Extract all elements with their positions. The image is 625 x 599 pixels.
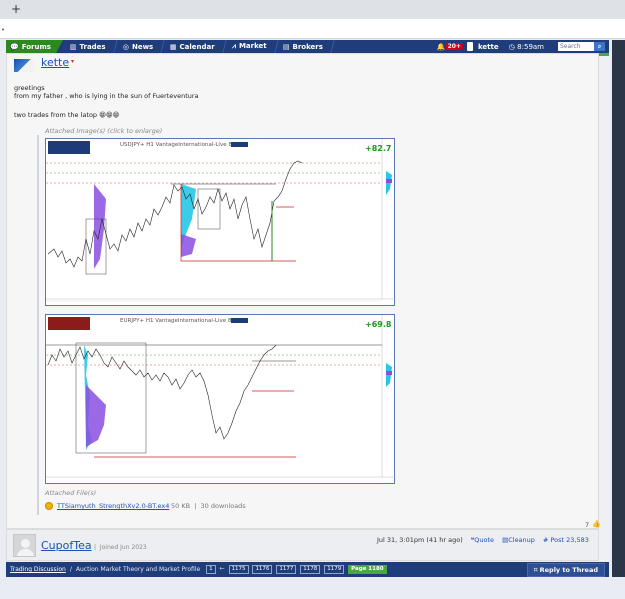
nav-username[interactable]: kette <box>478 43 499 51</box>
breadcrumb-forum[interactable]: Trading Discussion <box>10 566 66 573</box>
post-text-line: two trades from the latop 😁😁😁 <box>14 111 120 119</box>
nav-trades-label: Trades <box>79 42 106 51</box>
quote-button[interactable]: ❝Quote <box>471 536 494 544</box>
attached-file-meta: 50 KB | 30 downloads <box>171 502 246 510</box>
nav-brokers[interactable]: ▤ Brokers <box>274 40 336 53</box>
toolbar-dot-icon: • <box>1 26 6 34</box>
nav-news[interactable]: ◎ News <box>113 40 165 53</box>
page-link[interactable]: 1175 <box>228 565 249 574</box>
nav-market-label: Market <box>238 42 267 50</box>
file-icon <box>45 502 53 510</box>
phone-icon[interactable] <box>466 42 473 51</box>
chart-title: USDJPY+ H1 VantageInternational-Live 8 <box>120 142 232 148</box>
browser-tab-strip: + <box>0 0 625 19</box>
page-link[interactable]: 1176 <box>252 565 273 574</box>
scrollbar-track[interactable] <box>599 56 609 576</box>
chart-canvas <box>46 139 396 302</box>
nav-market[interactable]: ⩘ Market <box>223 40 279 53</box>
chart-title: EURJPY+ H1 VantageInternational-Live 8 <box>120 318 232 324</box>
chart-info-box <box>48 317 90 330</box>
new-tab-button[interactable]: + <box>10 2 22 16</box>
nav-forums-label: Forums <box>21 42 51 51</box>
avatar[interactable] <box>14 59 35 72</box>
chart-panel-box <box>231 142 248 147</box>
post-text-line: greetings <box>14 84 45 92</box>
post-number-link[interactable]: # Post 23,583 <box>543 536 589 544</box>
breadcrumb: Trading Discussion / Auction Market Theo… <box>6 562 609 577</box>
forum-navbar: 💬 Forums ▥ Trades ◎ News ▦ Calendar ⩘ Market… <box>6 40 609 53</box>
post-text-line: from my father , who is lying in the sun… <box>14 92 199 100</box>
attachment-border <box>37 135 39 515</box>
post-number: Post 23,583 <box>550 536 589 544</box>
quote-label: Quote <box>474 536 495 544</box>
chart-canvas <box>46 315 396 478</box>
globe-icon: ◎ <box>122 42 129 51</box>
page-current: Page 1180 <box>348 565 387 574</box>
breadcrumb-thread: Auction Market Theory and Market Profile <box>75 566 201 573</box>
post-meta: Jul 31, 3:01pm (41 hr ago) ❝Quote ▤Clean… <box>377 536 589 544</box>
nav-trades[interactable]: ▥ Trades <box>61 40 118 53</box>
nav-calendar-label: Calendar <box>179 42 215 51</box>
notification-badge[interactable]: 20+ <box>445 43 463 50</box>
search-box: ⌕ <box>558 42 609 51</box>
post-username[interactable]: kette <box>41 56 69 69</box>
cleanup-label: Cleanup <box>508 536 535 544</box>
file-downloads: 30 downloads <box>200 502 246 510</box>
thumbs-up-icon[interactable]: 👍 <box>592 520 601 528</box>
nav-brokers-label: Brokers <box>293 42 324 51</box>
post-time: Jul 31, 3:01pm (41 hr ago) <box>377 536 463 544</box>
chart-pnl: +69.8 <box>365 320 392 329</box>
chat-icon: 💬 <box>10 42 19 51</box>
building-icon: ▤ <box>283 42 291 51</box>
joined-date: | Joined Jun 2023 <box>94 544 147 551</box>
attached-file-link[interactable]: TTSiamyuth_StrengthXv2.0-BT.ex4 <box>57 502 169 510</box>
like-count: 7 <box>585 521 590 529</box>
forum-post: kette ▾ greetings from my father , who i… <box>6 53 601 529</box>
chart-pnl: +82.7 <box>365 144 392 153</box>
nav-calendar[interactable]: ▦ Calendar <box>161 40 227 53</box>
page-prev-arrow[interactable]: ← <box>220 565 225 572</box>
calendar-icon: ▦ <box>170 42 177 51</box>
file-size: 50 KB <box>171 502 191 510</box>
user-flag-icon: ▾ <box>71 58 75 65</box>
page-link[interactable]: 1179 <box>324 565 345 574</box>
attached-images-label[interactable]: Attached Image(s) (click to enlarge) <box>45 127 162 135</box>
reply-label: Reply to Thread <box>539 565 598 574</box>
breadcrumb-separator: / <box>69 566 72 573</box>
search-input[interactable] <box>558 42 594 51</box>
avatar[interactable] <box>13 534 36 557</box>
nav-user-area: 🔔 20+ kette ◷ 8:59am ⌕ <box>437 40 609 53</box>
bell-icon[interactable]: 🔔 <box>437 43 446 51</box>
page-link[interactable]: 1177 <box>276 565 297 574</box>
nav-forums[interactable]: 💬 Forums <box>6 40 63 53</box>
nav-news-label: News <box>131 42 154 51</box>
chart-image-usdjpy[interactable]: USDJPY+ H1 VantageInternational-Live 8 +… <box>45 138 396 306</box>
cleanup-button[interactable]: ▤Cleanup <box>502 536 535 544</box>
clock-icon: ◷ <box>508 42 518 51</box>
chart-info-box <box>48 141 90 154</box>
joined-date-text: Joined Jun 2023 <box>99 544 147 551</box>
right-sidebar <box>612 40 625 577</box>
chart-image-eurjpy[interactable]: EURJPY+ H1 VantageInternational-Live 8 +… <box>45 314 396 484</box>
reply-to-thread-button[interactable]: ⌑ Reply to Thread <box>526 562 605 577</box>
bar-chart-icon: ▥ <box>69 42 77 51</box>
search-icon[interactable]: ⌕ <box>594 42 605 51</box>
attached-files-label: Attached File(s) <box>45 489 97 497</box>
line-chart-icon: ⩘ <box>231 42 236 50</box>
next-post-header: CupofTea | Joined Jun 2023 Jul 31, 3:01p… <box>6 529 599 561</box>
chart-panel-box <box>231 318 248 323</box>
browser-toolbar: • <box>0 19 625 39</box>
pagination: 1 ← 1175 1176 1177 1178 1179 Page 1180 <box>204 565 387 574</box>
next-post-username[interactable]: CupofTea <box>41 539 92 552</box>
page-link[interactable]: 1 <box>206 565 216 574</box>
page-link[interactable]: 1178 <box>300 565 321 574</box>
nav-time: 8:59am <box>517 42 544 51</box>
